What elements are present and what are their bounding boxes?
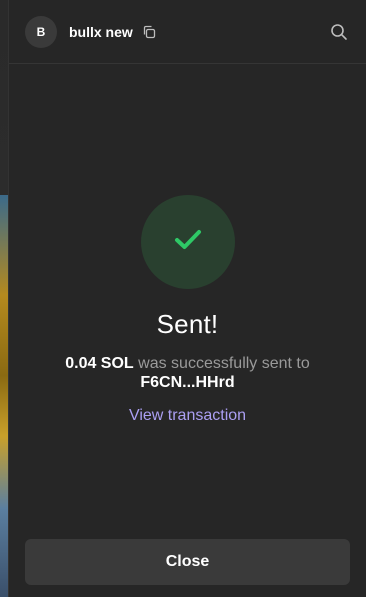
account-avatar[interactable]: B	[25, 15, 57, 48]
recipient-address: F6CN...HHrd	[140, 374, 235, 391]
wallet-name[interactable]: bullx new	[69, 24, 133, 40]
success-badge	[140, 195, 235, 289]
header: B bullx new	[9, 0, 366, 64]
copy-icon[interactable]	[141, 24, 157, 40]
view-transaction-link[interactable]: View transaction	[129, 407, 246, 425]
success-content: Sent! 0.04 SOL was successfully sent to …	[9, 195, 366, 425]
close-button[interactable]: Close	[25, 539, 350, 585]
app-window: B bullx new Sent! 0.04 SOL was successfu…	[0, 0, 366, 597]
wallet-popup: B bullx new Sent! 0.04 SOL was successfu…	[8, 0, 366, 597]
background-page	[0, 0, 8, 195]
search-icon[interactable]	[328, 21, 350, 43]
success-message: 0.04 SOL was successfully sent to F6CN..…	[28, 354, 348, 392]
message-text: was successfully sent to	[133, 355, 310, 372]
sent-amount: 0.04 SOL	[65, 355, 134, 372]
check-icon	[173, 228, 203, 257]
page-title: Sent!	[156, 309, 219, 339]
background-image	[0, 195, 8, 597]
avatar-letter: B	[36, 24, 46, 39]
